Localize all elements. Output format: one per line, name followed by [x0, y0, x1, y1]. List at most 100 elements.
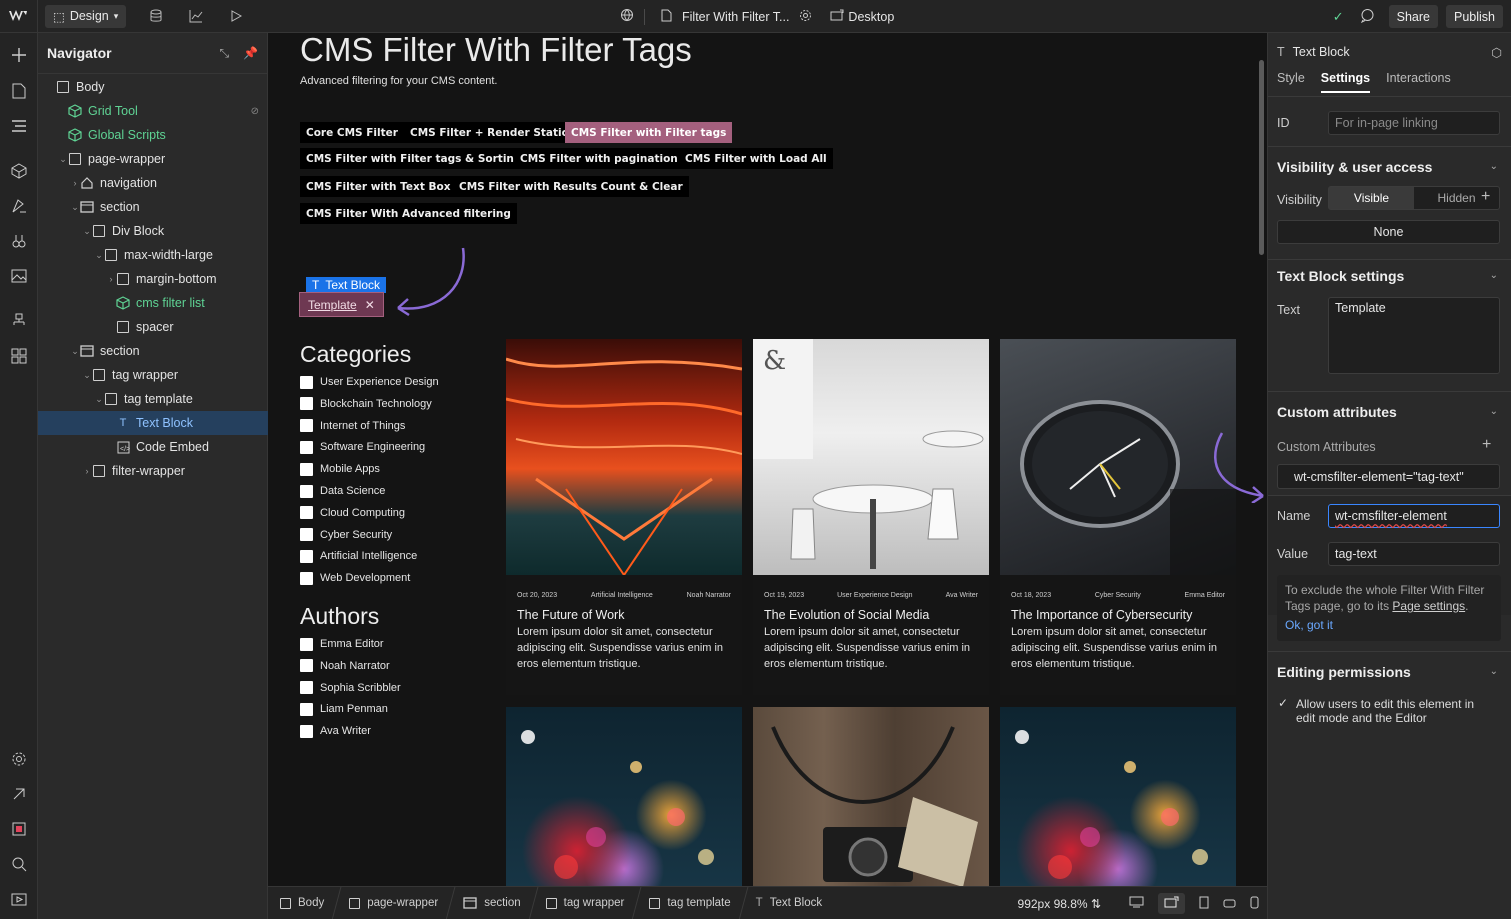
category-checkbox[interactable]: Mobile Apps	[300, 461, 380, 477]
chevron-down-icon[interactable]: ⌄	[1490, 270, 1498, 281]
database-icon[interactable]	[136, 0, 176, 33]
filter-link-pill[interactable]: CMS Filter with Load All	[679, 148, 833, 169]
share-button[interactable]: Share	[1388, 5, 1438, 28]
record-icon[interactable]	[9, 819, 29, 839]
chevron-down-icon[interactable]: ⌄	[94, 250, 104, 261]
page-subheading[interactable]: Advanced filtering for your CMS content.	[300, 75, 497, 87]
publish-button[interactable]: Publish	[1446, 5, 1503, 28]
attribute-name-input[interactable]: wt-cmsfilter-element	[1328, 504, 1500, 528]
navigator-item[interactable]: › margin-bottom	[38, 267, 268, 291]
filter-link-pill[interactable]: CMS Filter With Advanced filtering	[300, 203, 517, 224]
hidden-eye-icon[interactable]: ⊘	[251, 106, 259, 117]
checkbox[interactable]	[300, 375, 313, 389]
collapse-icon[interactable]: ⤡	[219, 46, 229, 61]
add-attribute-icon[interactable]: +	[1482, 436, 1491, 454]
navigator-item[interactable]: </> Code Embed	[38, 435, 268, 459]
page-name[interactable]: Filter With Filter T...	[682, 10, 789, 24]
navigator-item[interactable]: ⌄ tag wrapper	[38, 363, 268, 387]
checkbox[interactable]	[300, 637, 313, 651]
zoom-level[interactable]: 98.8%	[1054, 897, 1088, 911]
category-checkbox[interactable]: Software Engineering	[300, 439, 425, 455]
navigator-item[interactable]: ⌄ tag template	[38, 387, 268, 411]
author-checkbox[interactable]: Sophia Scribbler	[300, 680, 401, 696]
checkbox[interactable]	[300, 571, 313, 585]
navigator-item[interactable]: › navigation	[38, 171, 268, 195]
chevron-right-icon[interactable]: ›	[70, 178, 80, 188]
checkbox[interactable]	[300, 506, 313, 520]
category-checkbox[interactable]: Internet of Things	[300, 418, 405, 434]
navigator-item[interactable]: ⌄ section	[38, 339, 268, 363]
navigator-item[interactable]: ⌄ section	[38, 195, 268, 219]
tablet-icon[interactable]	[1199, 896, 1209, 912]
chevron-down-icon[interactable]: ⌄	[70, 346, 80, 357]
checkbox[interactable]	[300, 462, 313, 476]
tab-style[interactable]: Style	[1277, 71, 1305, 85]
blog-card[interactable]	[1000, 707, 1236, 886]
filter-link-pill[interactable]: CMS Filter with pagination	[514, 148, 684, 169]
resize-icon[interactable]: ⇅	[1091, 897, 1101, 911]
navigator-item[interactable]: ⌄ Div Block	[38, 219, 268, 243]
blog-card[interactable]: & Oct 19, 2023 User Experience Design Av…	[753, 339, 989, 695]
category-checkbox[interactable]: User Experience Design	[300, 374, 439, 390]
breadcrumb-item[interactable]: section	[451, 887, 532, 919]
navigator-item[interactable]: T Text Block	[38, 411, 268, 435]
add-elements-icon[interactable]	[9, 45, 29, 65]
tab-settings[interactable]: Settings	[1320, 71, 1371, 93]
design-canvas[interactable]: CMS Filter With Filter Tags Advanced fil…	[268, 33, 1267, 886]
blog-card[interactable]: Oct 20, 2023 Artificial Intelligence Noa…	[506, 339, 742, 695]
logic-icon[interactable]	[9, 311, 29, 331]
blog-card[interactable]	[506, 707, 742, 886]
preview-play-icon[interactable]	[216, 0, 256, 33]
checkbox[interactable]	[300, 528, 313, 542]
pin-icon[interactable]: 📌	[243, 46, 258, 60]
breadcrumb-item[interactable]: tag wrapper	[534, 887, 637, 919]
page-settings-link[interactable]: Page settings	[1392, 599, 1465, 613]
visibility-section-title[interactable]: Visibility & user access	[1277, 159, 1432, 175]
ok-got-it-link[interactable]: Ok, got it	[1285, 617, 1493, 633]
attribute-value-input[interactable]: tag-text	[1328, 542, 1500, 566]
filter-link-pill[interactable]: CMS Filter with Filter tags & Sorting	[300, 148, 528, 169]
variables-icon[interactable]	[9, 196, 29, 216]
checkbox[interactable]	[300, 484, 313, 498]
navigator-item[interactable]: Global Scripts	[38, 123, 268, 147]
filter-link-pill[interactable]: CMS Filter with Text Box	[300, 176, 457, 197]
component-icon[interactable]: ⬡	[1491, 45, 1502, 60]
blog-card[interactable]	[753, 707, 989, 886]
visibility-none-field[interactable]: None	[1277, 220, 1500, 244]
breadcrumb-item[interactable]: Body	[268, 887, 336, 919]
checkbox[interactable]	[300, 440, 313, 454]
text-textarea[interactable]: Template	[1328, 297, 1500, 374]
navigator-item[interactable]: Body	[38, 75, 268, 99]
navigator-item[interactable]: ⌄ page-wrapper	[38, 147, 268, 171]
audit-icon[interactable]	[9, 784, 29, 804]
category-checkbox[interactable]: Cloud Computing	[300, 505, 405, 521]
checkbox[interactable]	[300, 397, 313, 411]
page-settings-gear-icon[interactable]	[799, 9, 812, 25]
desktop-breakpoint-active-icon[interactable]	[1158, 893, 1185, 914]
pages-icon[interactable]	[9, 81, 29, 101]
canvas-scrollbar[interactable]	[1259, 60, 1264, 255]
navigator-item[interactable]: › filter-wrapper	[38, 459, 268, 483]
mobile-landscape-icon[interactable]	[1223, 897, 1236, 911]
breadcrumb-item[interactable]: tag template	[637, 887, 742, 919]
category-checkbox[interactable]: Data Science	[300, 483, 385, 499]
category-checkbox[interactable]: Artificial Intelligence	[300, 548, 417, 564]
checkbox[interactable]	[300, 724, 313, 738]
checkbox[interactable]	[300, 681, 313, 695]
checkbox[interactable]	[300, 419, 313, 433]
settings-gear-icon[interactable]	[9, 749, 29, 769]
author-checkbox[interactable]: Emma Editor	[300, 636, 384, 652]
id-input[interactable]: For in-page linking	[1328, 111, 1500, 135]
navigator-item[interactable]: Grid Tool ⊘	[38, 99, 268, 123]
category-checkbox[interactable]: Blockchain Technology	[300, 396, 432, 412]
navigator-item[interactable]: cms filter list	[38, 291, 268, 315]
chevron-right-icon[interactable]: ›	[82, 466, 92, 476]
filter-link-pill[interactable]: CMS Filter with Results Count & Clear	[453, 176, 689, 197]
close-icon[interactable]: ✕	[365, 298, 375, 312]
tag-template[interactable]: Template ✕	[299, 292, 384, 317]
blog-card[interactable]: Oct 18, 2023 Cyber Security Emma Editor …	[1000, 339, 1236, 695]
categories-heading[interactable]: Categories	[300, 341, 411, 368]
navigator-item[interactable]: ⌄ max-width-large	[38, 243, 268, 267]
mobile-portrait-icon[interactable]	[1250, 896, 1259, 912]
checkbox[interactable]	[300, 549, 313, 563]
